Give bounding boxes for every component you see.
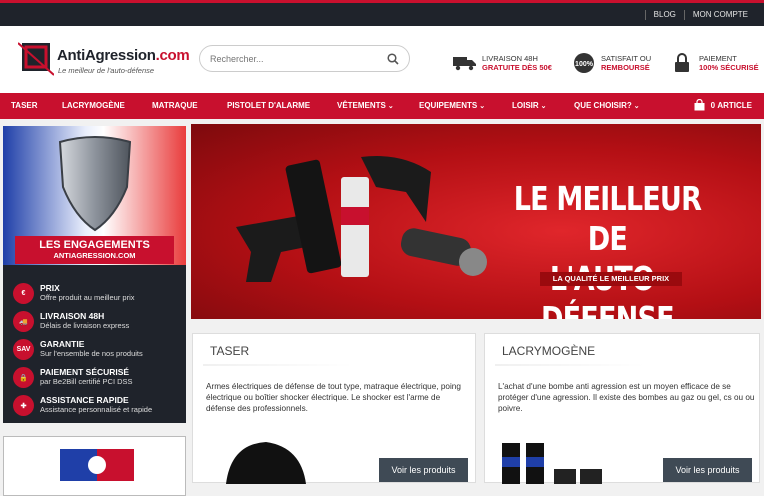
truck-icon xyxy=(453,52,477,74)
category-description: Armes électriques de défense de tout typ… xyxy=(206,382,461,413)
top-bar: BLOG MON COMPTE xyxy=(0,0,764,26)
sav-icon: SAV xyxy=(13,339,34,360)
chevron-down-icon: ⌄ xyxy=(633,103,640,110)
nav-item-loisir[interactable]: LOISIR ⌄ xyxy=(512,101,547,110)
logo[interactable]: AntiAgression.com Le meilleur de l'auto-… xyxy=(6,39,190,85)
badge-100-icon: 100% xyxy=(572,52,596,74)
search-box xyxy=(199,45,410,72)
engagement-item: 🔒 PAIEMENT SÉCURISÉ par Be2Bill certifié … xyxy=(13,367,133,388)
nav-item-pistolet[interactable]: PISTOLET D'ALARME xyxy=(227,101,310,110)
nav-item-equipements[interactable]: EQUIPEMENTS ⌄ xyxy=(419,101,485,110)
cart-label: ARTICLE xyxy=(717,100,752,110)
benefit-payment: PAIEMENT 100% SÉCURISÉ xyxy=(670,52,759,74)
divider xyxy=(495,364,645,366)
blog-link[interactable]: BLOG xyxy=(644,9,684,20)
weapons-product-image xyxy=(236,156,487,282)
search-input[interactable] xyxy=(210,51,380,67)
category-description: L'achat d'une bombe anti agression est u… xyxy=(498,382,755,413)
engagements-subtitle: ANTIAGRESSION.COM xyxy=(53,251,136,260)
engagement-item: ✚ ASSISTANCE RAPIDE Assistance personnali… xyxy=(13,395,152,416)
hero-title: LE MEILLEUR DE L'AUTO-DÉFENSE xyxy=(513,179,702,319)
shield-icon xyxy=(58,136,132,232)
logo-text: AntiAgression.com xyxy=(57,47,190,64)
search-icon[interactable] xyxy=(387,53,399,65)
cart-button[interactable]: 0 ARTICLE xyxy=(694,99,752,111)
account-link[interactable]: MON COMPTE xyxy=(683,9,756,20)
assistance-icon: ✚ xyxy=(13,395,34,416)
category-card-taser[interactable]: TASER Armes électriques de défense de to… xyxy=(192,333,476,484)
chevron-down-icon: ⌄ xyxy=(387,103,394,110)
lock-icon: 🔒 xyxy=(13,367,34,388)
benefit-delivery: LIVRAISON 48H GRATUITE DÈS 50€ xyxy=(453,52,552,74)
engagements-ribbon: LES ENGAGEMENTS ANTIAGRESSION.COM xyxy=(15,236,174,264)
engagement-item: € PRIX Offre produit au meilleur prix xyxy=(13,283,135,304)
engagement-item: 🚚 LIVRAISON 48H Délais de livraison expre… xyxy=(13,311,129,332)
nav-item-vetements[interactable]: VÊTEMENTS ⌄ xyxy=(337,101,394,110)
nav-item-que-choisir[interactable]: QUE CHOISIR? ⌄ xyxy=(574,101,640,110)
category-title: TASER xyxy=(210,344,250,358)
benefit-satisfaction: 100% SATISFAIT OU REMBOURSÉ xyxy=(572,52,651,74)
view-products-button[interactable]: Voir les produits xyxy=(379,458,468,482)
flag-badge-icon xyxy=(60,449,134,481)
spray-product-image xyxy=(498,439,608,484)
hero-banner[interactable]: LE MEILLEUR DE L'AUTO-DÉFENSE LA QUALITÉ… xyxy=(191,124,761,319)
shopping-bag-icon xyxy=(694,99,705,111)
logo-mark-icon xyxy=(18,42,54,76)
cart-count: 0 xyxy=(710,100,716,110)
chevron-down-icon: ⌄ xyxy=(479,103,486,110)
certification-card[interactable] xyxy=(3,436,186,496)
hero-tagline: LA QUALITÉ LE MEILLEUR PRIX xyxy=(540,272,682,286)
lock-icon xyxy=(670,52,694,74)
truck-icon: 🚚 xyxy=(13,311,34,332)
chevron-down-icon: ⌄ xyxy=(540,103,547,110)
category-card-lacrymogene[interactable]: LACRYMOGÈNE L'achat d'une bombe anti agr… xyxy=(484,333,760,484)
nav-item-taser[interactable]: TASER xyxy=(11,101,38,110)
nav-item-matraque[interactable]: MATRAQUE xyxy=(152,101,198,110)
logo-tagline: Le meilleur de l'auto-défense xyxy=(58,66,155,75)
taser-product-image xyxy=(206,439,316,484)
main-nav: TASER LACRYMOGÈNE MATRAQUE PISTOLET D'AL… xyxy=(0,93,764,119)
header: AntiAgression.com Le meilleur de l'auto-… xyxy=(0,26,764,93)
svg-text:100%: 100% xyxy=(575,61,594,68)
divider xyxy=(203,364,353,366)
engagements-card[interactable]: LES ENGAGEMENTS ANTIAGRESSION.COM € PRIX… xyxy=(3,126,186,423)
view-products-button[interactable]: Voir les produits xyxy=(663,458,752,482)
engagement-item: SAV GARANTIE Sur l'ensemble de nos produi… xyxy=(13,339,143,360)
nav-item-lacrymogene[interactable]: LACRYMOGÈNE xyxy=(62,101,125,110)
euro-icon: € xyxy=(13,283,34,304)
category-title: LACRYMOGÈNE xyxy=(502,344,596,358)
engagements-title: LES ENGAGEMENTS xyxy=(39,239,150,251)
